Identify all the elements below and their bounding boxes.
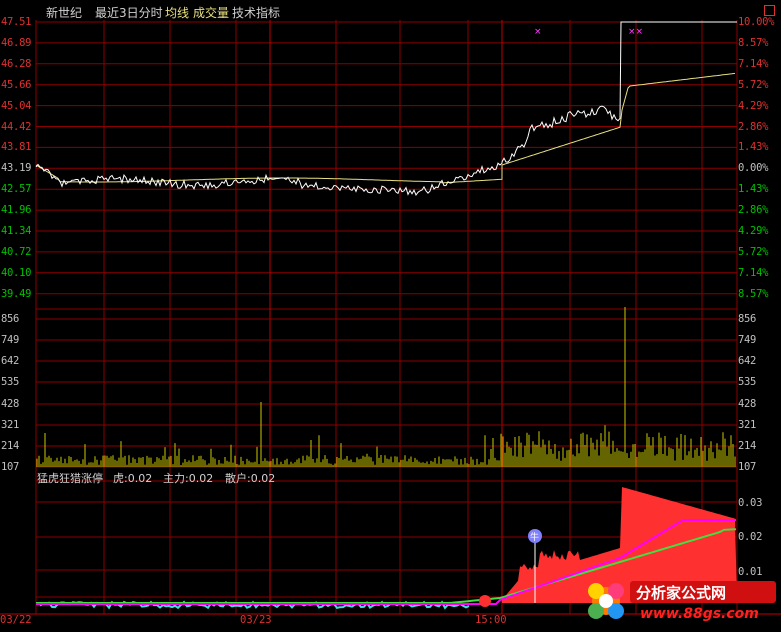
- price-tick-label: 46.89: [1, 36, 32, 49]
- price-tick-label: 41.96: [1, 204, 32, 217]
- volume-tick-label: 321: [1, 419, 20, 431]
- volume-tick-label: 321: [738, 419, 757, 431]
- volume-tick-label: 107: [1, 461, 20, 473]
- price-tick-label: 40.10: [1, 266, 32, 279]
- volume-tick-label: 214: [1, 440, 20, 452]
- price-tick-label: 39.49: [1, 287, 32, 300]
- volume-tick-label: 856: [1, 313, 20, 325]
- volume-tick-label: 428: [738, 398, 757, 410]
- percent-tick-label: 2.86%: [738, 120, 769, 133]
- price-line: [35, 21, 737, 197]
- percent-tick-label: 7.14%: [738, 266, 769, 279]
- price-tick-label: 43.19: [1, 162, 32, 175]
- price-tick-label: 40.72: [1, 245, 32, 258]
- percent-tick-label: 5.72%: [738, 245, 769, 258]
- percent-tick-label: 0.00%: [738, 162, 769, 175]
- volume-tick-label: 535: [1, 376, 20, 388]
- percent-tick-label: 1.43%: [738, 141, 769, 154]
- buy-marker: ××: [628, 27, 643, 37]
- percent-tick-label: 4.29%: [738, 225, 769, 237]
- x-label-day1: 03/22: [0, 614, 32, 626]
- volume-bars: [36, 307, 736, 467]
- tiger-value: 虎:0.02: [113, 472, 153, 485]
- price-tick-label: 44.42: [1, 120, 32, 133]
- percent-tick-label: 8.57%: [738, 36, 769, 49]
- buy-marker: ×: [534, 27, 542, 37]
- percent-tick-label: 5.72%: [738, 78, 769, 91]
- price-tick-label: 41.34: [1, 225, 32, 237]
- volume-tick-label: 749: [1, 334, 20, 346]
- percent-tick-label: 8.57%: [738, 287, 769, 300]
- x-label-day2: 03/23: [240, 614, 272, 626]
- volume-tick-label: 535: [738, 376, 757, 388]
- volume-tick-label: 642: [1, 355, 20, 367]
- price-tick-label: 46.28: [1, 57, 32, 70]
- indicator-title: 猛虎狂猎涨停: [37, 472, 103, 485]
- main-force-value: 主力:0.02: [163, 472, 214, 485]
- price-tick-label: 42.57: [1, 183, 32, 196]
- percent-tick-label: 7.14%: [738, 57, 769, 70]
- volume-tick-label: 856: [738, 313, 757, 325]
- percent-tick-label: 1.43%: [738, 183, 769, 196]
- volume-tick-label: 107: [738, 461, 757, 473]
- price-tick-label: 45.66: [1, 78, 32, 91]
- site-logo: 分析家公式网 www.88gs.com: [580, 575, 780, 629]
- volume-tick-label: 428: [1, 398, 20, 410]
- x-label-close: 15:00: [475, 614, 507, 626]
- percent-tick-label: 4.29%: [738, 99, 769, 112]
- price-tick-label: 45.04: [1, 99, 32, 112]
- indicator-tick-label: 0.02: [738, 531, 763, 543]
- percent-tick-label: 10.00%: [738, 16, 775, 28]
- percent-tick-label: 2.86%: [738, 204, 769, 217]
- volume-tick-label: 214: [738, 440, 757, 452]
- logo-text: 分析家公式网: [636, 584, 727, 602]
- bull-marker-label: 牛: [530, 531, 539, 543]
- indicator-tick-label: 0.03: [738, 497, 763, 509]
- logo-url: www.88gs.com: [640, 606, 759, 622]
- intraday-chart: 牛 × ××: [0, 20, 781, 615]
- volume-tick-label: 749: [738, 334, 757, 346]
- price-pane: × ××: [35, 21, 737, 197]
- avg-price-line: [35, 72, 736, 184]
- price-tick-label: 47.51: [1, 16, 32, 28]
- volume-tick-label: 642: [738, 355, 757, 367]
- price-tick-label: 43.81: [1, 141, 32, 154]
- signal-dot-icon: [479, 595, 491, 607]
- retail-value: 散户:0.02: [225, 472, 276, 485]
